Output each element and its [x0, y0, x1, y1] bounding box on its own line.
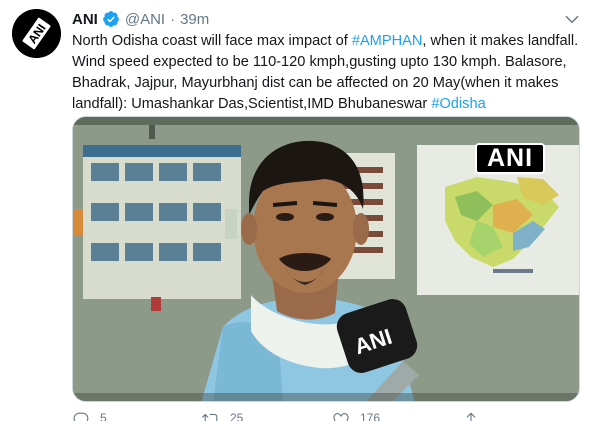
tweet-actions: 5 25 176 — [72, 411, 592, 421]
tweet[interactable]: ANI ANI @ANI · 39m North Odisha coast wi… — [0, 0, 601, 421]
author-handle[interactable]: @ANI — [125, 11, 165, 28]
ani-logo-icon: ANI — [12, 9, 61, 58]
share-icon — [463, 412, 479, 421]
reply-button[interactable]: 5 — [72, 411, 202, 421]
separator-dot: · — [170, 10, 176, 28]
reply-icon — [73, 412, 89, 421]
retweet-count: 25 — [230, 411, 244, 421]
hashtag-odisha-link[interactable]: #Odisha — [431, 96, 485, 112]
tweet-video[interactable]: ANI ANI — [72, 116, 580, 402]
retweet-button[interactable]: 25 — [202, 411, 332, 421]
forecast-poster — [83, 145, 241, 299]
text-segment: North Odisha coast will face max impact … — [72, 33, 352, 49]
share-button[interactable] — [462, 411, 592, 421]
heart-icon — [333, 413, 349, 421]
tweet-text: North Odisha coast will face max impact … — [72, 31, 592, 115]
like-count: 176 — [360, 411, 381, 421]
author-name[interactable]: ANI — [72, 11, 98, 28]
verified-badge-icon — [102, 11, 119, 27]
ani-watermark-badge: ANI — [475, 143, 545, 174]
avatar[interactable]: ANI — [12, 9, 61, 58]
reply-count: 5 — [100, 411, 107, 421]
hashtag-amphan-link[interactable]: #AMPHAN — [352, 33, 423, 49]
chevron-down-icon[interactable] — [563, 10, 581, 28]
tweet-header: ANI @ANI · 39m — [72, 9, 209, 29]
like-button[interactable]: 176 — [332, 411, 462, 421]
retweet-icon — [202, 413, 218, 421]
tweet-timestamp[interactable]: 39m — [180, 11, 209, 28]
